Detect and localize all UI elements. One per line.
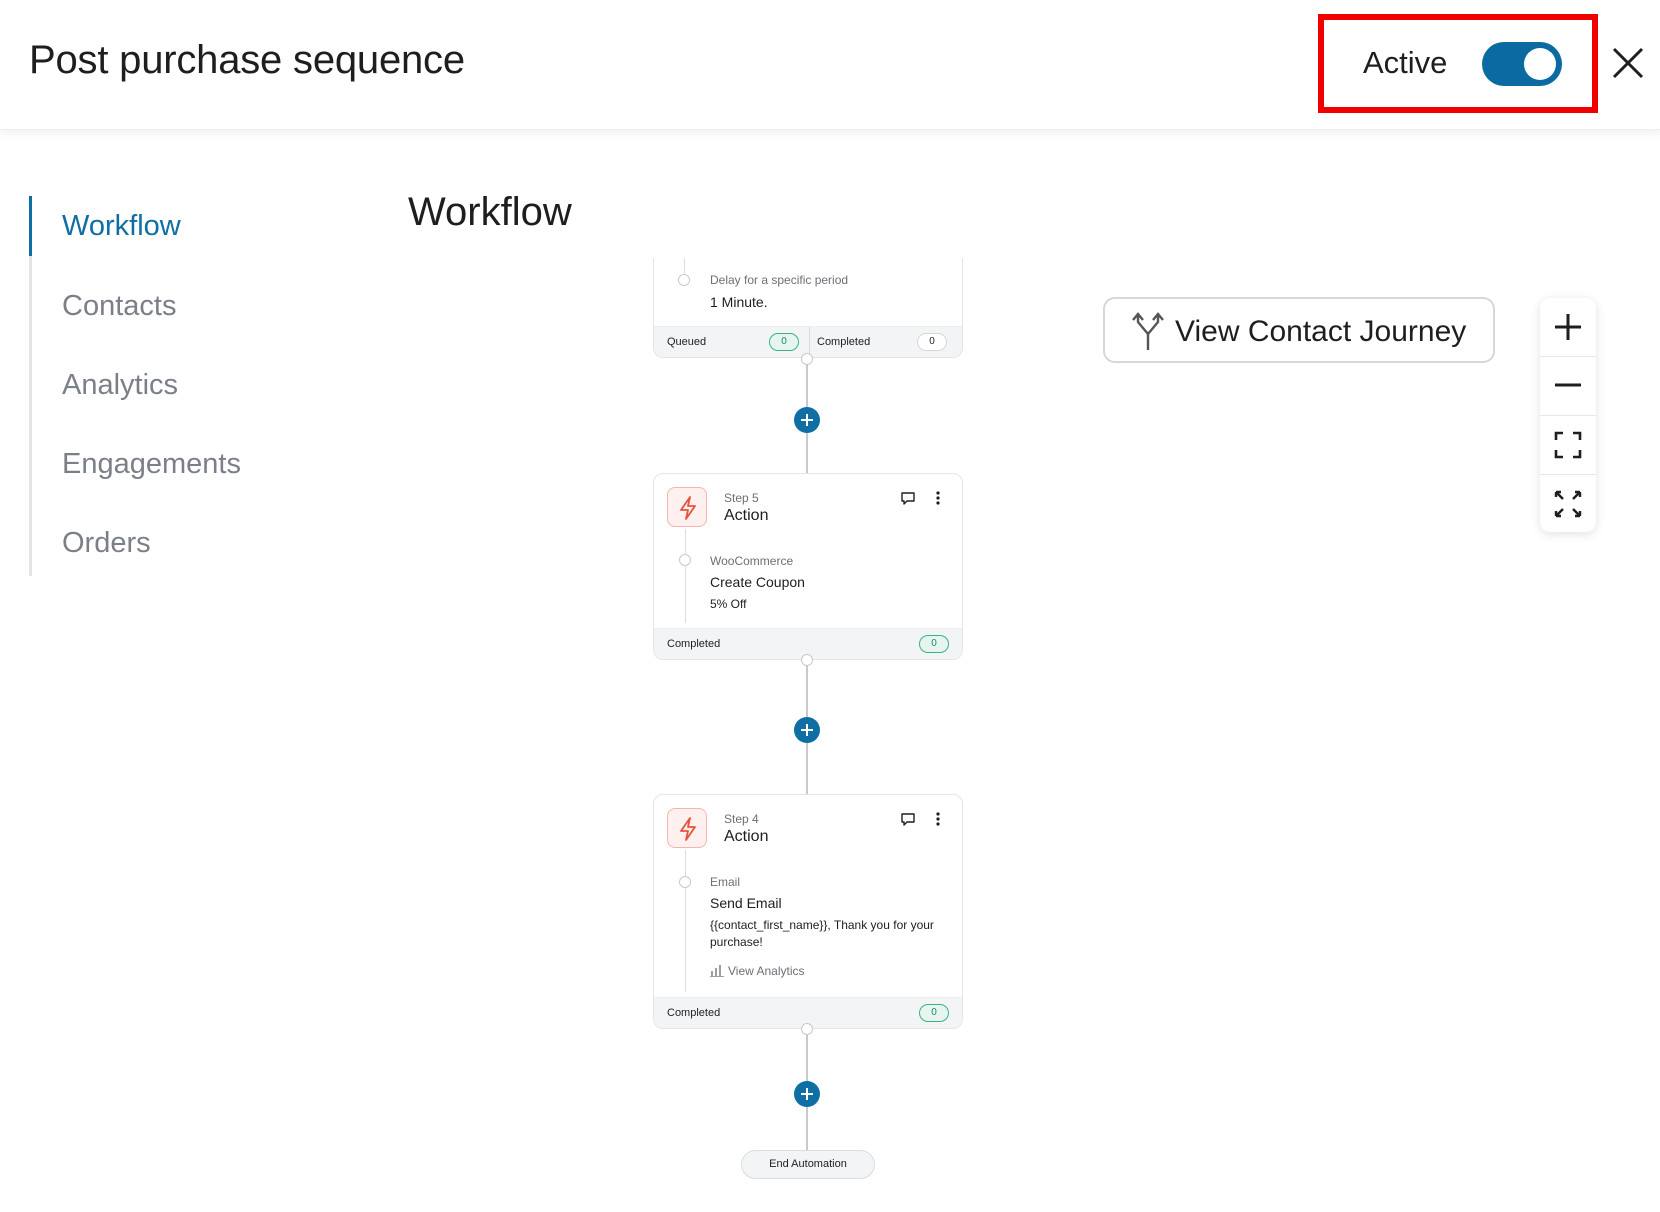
header-bar: Post purchase sequence Active <box>0 0 1660 130</box>
add-step-button[interactable] <box>794 1081 820 1107</box>
timeline-dot <box>679 554 691 566</box>
minus-icon <box>1555 383 1581 387</box>
completed-label: Completed <box>667 1007 721 1019</box>
fit-screen-button[interactable] <box>1540 416 1596 474</box>
active-nav-indicator <box>29 196 32 256</box>
fullscreen-button[interactable] <box>1540 475 1596 533</box>
completed-label: Completed <box>817 336 871 348</box>
add-step-button[interactable] <box>794 407 820 433</box>
sidebar-item-workflow[interactable]: Workflow <box>62 210 181 243</box>
step-number: Step 4 <box>724 812 759 826</box>
more-vertical-icon <box>936 812 940 826</box>
step-5-card[interactable]: Step 5 Action WooCommerce Create Coupon … <box>653 473 963 660</box>
completed-count-badge[interactable]: 0 <box>919 635 949 653</box>
more-options-button[interactable] <box>928 488 948 508</box>
action-icon-box <box>667 808 707 848</box>
toggle-knob <box>1524 48 1556 80</box>
delay-value: 1 Minute. <box>710 294 768 310</box>
action-category: WooCommerce <box>710 554 794 568</box>
action-icon-box <box>667 487 707 527</box>
step-number: Step 5 <box>724 491 759 505</box>
comment-icon <box>901 813 915 826</box>
expand-icon <box>1554 490 1582 518</box>
more-vertical-icon <box>936 491 940 505</box>
view-contact-journey-button[interactable]: View Contact Journey <box>1103 297 1495 363</box>
split-arrows-icon <box>1132 312 1164 350</box>
sidebar-item-analytics[interactable]: Analytics <box>62 369 178 402</box>
zoom-out-button[interactable] <box>1540 357 1596 415</box>
active-toggle[interactable] <box>1482 42 1562 86</box>
zoom-in-button[interactable] <box>1540 298 1596 356</box>
section-title: Workflow <box>408 190 572 234</box>
comment-button[interactable] <box>898 488 918 508</box>
card-inner-line <box>685 529 686 623</box>
add-step-button[interactable] <box>794 717 820 743</box>
step-title: Action <box>724 828 769 845</box>
action-category: Email <box>710 875 741 889</box>
sidebar-item-orders[interactable]: Orders <box>62 527 151 560</box>
plus-icon <box>1555 314 1581 340</box>
sidebar-nav: Workflow Contacts Analytics Engagements … <box>29 196 329 576</box>
sidebar-item-engagements[interactable]: Engagements <box>62 448 241 481</box>
close-button[interactable] <box>1610 45 1646 81</box>
email-subject: {{contact_first_name}}, Thank you for yo… <box>710 918 934 949</box>
step-4-card[interactable]: Step 4 Action Email Send Email {{contact… <box>653 794 963 1029</box>
page-title: Post purchase sequence <box>29 38 465 82</box>
view-analytics-link[interactable]: View Analytics <box>710 963 804 978</box>
queued-label: Queued <box>667 336 707 348</box>
action-detail: 5% Off <box>710 597 747 611</box>
completed-count-badge[interactable]: 0 <box>919 1004 949 1022</box>
active-label: Active <box>1363 45 1448 80</box>
completed-label: Completed <box>667 638 721 650</box>
more-options-button[interactable] <box>928 809 948 829</box>
timeline-dot <box>679 876 691 888</box>
sidebar-item-contacts[interactable]: Contacts <box>62 290 176 323</box>
comment-button[interactable] <box>898 809 918 829</box>
fit-screen-icon <box>1554 431 1582 459</box>
lightning-icon <box>680 496 696 520</box>
connector-dot <box>801 353 813 365</box>
connector-dot <box>801 654 813 666</box>
queued-count-badge[interactable]: 0 <box>769 333 799 351</box>
view-contact-journey-label: View Contact Journey <box>1175 315 1467 348</box>
action-name: Create Coupon <box>710 574 805 590</box>
delay-card[interactable]: Delay for a specific period 1 Minute. Qu… <box>653 258 963 358</box>
step-title: Action <box>724 507 769 524</box>
zoom-controls <box>1540 298 1596 532</box>
end-automation-node[interactable]: End Automation <box>741 1150 875 1179</box>
lightning-icon <box>680 817 696 841</box>
view-analytics-label: View Analytics <box>728 964 805 978</box>
chart-icon <box>710 965 724 977</box>
connector-dot <box>801 1023 813 1035</box>
delay-label: Delay for a specific period <box>710 273 849 287</box>
action-name: Send Email <box>710 895 782 911</box>
comment-icon <box>901 492 915 505</box>
card-inner-line <box>685 850 686 992</box>
completed-count-badge[interactable]: 0 <box>917 333 947 351</box>
timeline-dot <box>678 274 690 286</box>
close-icon <box>1612 47 1644 79</box>
